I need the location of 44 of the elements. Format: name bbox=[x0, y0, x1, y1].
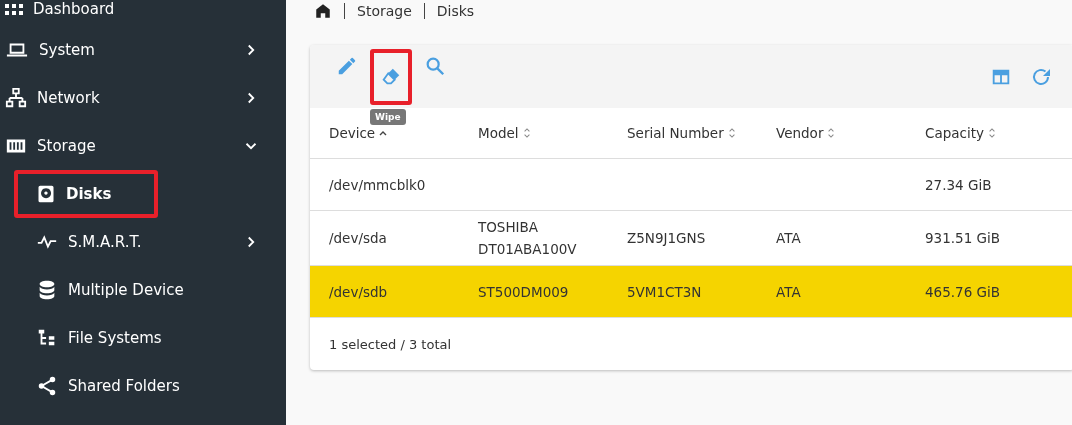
table-cell-text: 5VM1CT3N bbox=[627, 283, 703, 300]
network-icon bbox=[5, 87, 27, 109]
sort-icon bbox=[988, 127, 996, 139]
column-header[interactable]: Serial Number bbox=[627, 125, 776, 141]
sidebar-item[interactable]: File Systems bbox=[0, 314, 286, 362]
table-cell-text: /dev/sda bbox=[329, 230, 388, 246]
table-cell-text: DT01ABA100V bbox=[478, 241, 578, 257]
sort-icon bbox=[522, 127, 531, 139]
highlight-frame: Disks bbox=[14, 170, 158, 218]
sidebar-item[interactable]: Disks bbox=[0, 170, 286, 218]
table-cell-text: ATA bbox=[776, 230, 802, 246]
sort-icon bbox=[827, 127, 836, 139]
toolbar-button[interactable] bbox=[370, 48, 412, 105]
table-cell-text: /dev/mmcblk0 bbox=[329, 176, 427, 193]
sidebar-item[interactable]: Dashboard bbox=[0, 0, 286, 26]
breadcrumb-item[interactable]: Disks bbox=[436, 3, 475, 19]
table-cell-text: ST500DM009 bbox=[478, 283, 570, 300]
sidebar-item[interactable]: Shared Folders bbox=[0, 362, 286, 410]
sidebar-item[interactable]: System bbox=[0, 26, 286, 74]
sort-icon bbox=[727, 127, 736, 139]
tooltip: Wipe bbox=[370, 108, 406, 125]
home-icon[interactable] bbox=[314, 2, 332, 20]
table-row[interactable]: /dev/sdb ST500DM009 5VM1CT3N ATA 465.76 GiB bbox=[310, 266, 1072, 318]
breadcrumb-item[interactable]: Storage bbox=[357, 3, 412, 19]
table-cell-text: 931.51 GiB bbox=[925, 230, 1001, 246]
sidebar-item[interactable]: Network bbox=[0, 74, 286, 122]
grid-icon bbox=[5, 3, 23, 15]
table-cell-text: ATA bbox=[776, 283, 802, 300]
sidebar-item[interactable]: Storage bbox=[0, 122, 286, 170]
column-header[interactable]: Capacity bbox=[925, 125, 1072, 141]
table-row[interactable]: /dev/mmcblk0 27.34 GiB bbox=[310, 159, 1072, 211]
selection-count: 1 selected / 3 total bbox=[329, 336, 452, 352]
table-cell-text: 27.34 GiB bbox=[925, 176, 993, 193]
column-header[interactable]: Vendor bbox=[776, 125, 925, 141]
sidebar-item[interactable]: Multiple Device bbox=[0, 266, 286, 314]
table-cell-text: 465.76 GiB bbox=[925, 283, 1001, 300]
column-header[interactable]: Device bbox=[329, 125, 478, 141]
column-header[interactable]: Model bbox=[478, 125, 627, 141]
table-cell-text: /dev/sdb bbox=[329, 283, 389, 300]
sidebar-item[interactable]: S.M.A.R.T. bbox=[0, 218, 286, 266]
sort-ascending-icon bbox=[379, 130, 388, 136]
share-icon bbox=[36, 375, 58, 397]
table-cell-text: TOSHIBA bbox=[478, 219, 540, 235]
table-cell-text: Z5N9J1GNS bbox=[627, 230, 707, 246]
